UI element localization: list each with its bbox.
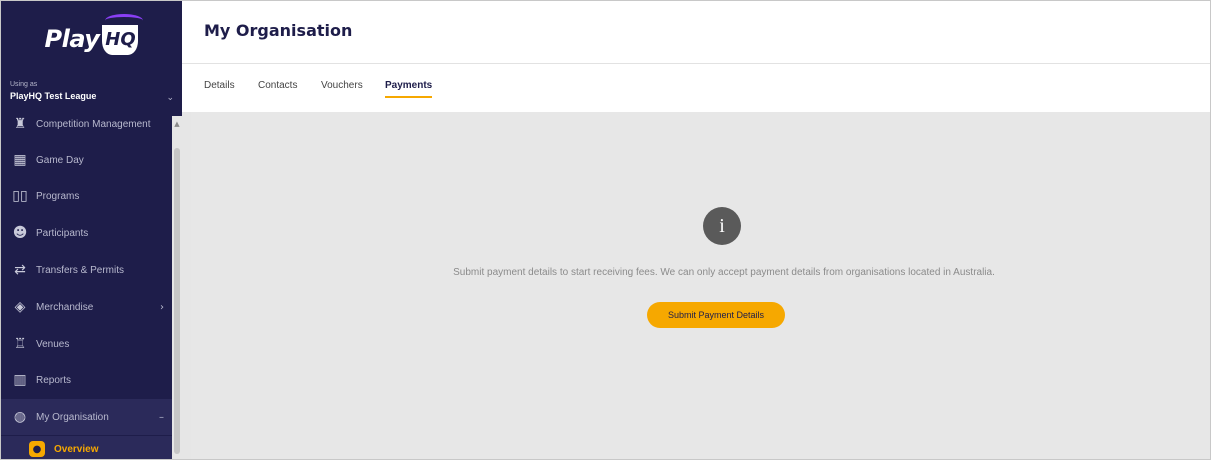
shirt-icon: ◈ [14,299,26,315]
logo-text: Play [44,24,100,53]
sidebar-item-reports[interactable]: ▥ Reports [1,362,172,398]
report-icon: ▥ [13,372,27,388]
location-pin-icon: ● [29,441,45,457]
sidebar-item-label: Participants [36,227,89,239]
book-icon: ▯▯ [12,188,28,204]
sidebar-scrollbar[interactable]: ▲ [172,116,182,459]
tab-contacts[interactable]: Contacts [258,80,297,91]
sidebar-item-competition-management[interactable]: ♜ Competition Management [1,106,172,142]
logo-badge: HQ [102,24,139,55]
tab-payments-label: Payments [385,80,433,91]
app-window: Play HQ Using as PlayHQ Test League ⌄ ♜ … [0,0,1211,460]
globe-icon: ◍ [13,409,27,425]
logo[interactable]: Play HQ [1,1,182,76]
sidebar-nav: ♜ Competition Management ▦ Game Day ▯▯ P… [1,116,172,459]
submit-payment-details-button[interactable]: Submit Payment Details [647,302,785,328]
sidebar-item-transfers[interactable]: ⇄ Transfers & Permits [1,252,172,288]
info-icon: i [703,207,741,245]
trophy-icon: ♜ [13,116,27,132]
active-tab-indicator [385,96,433,98]
sidebar-item-label: Transfers & Permits [36,264,124,276]
sidebar-item-label: Merchandise [36,301,94,313]
using-as-label: Using as [10,81,38,88]
page-title: My Organisation [204,21,353,40]
sidebar: Play HQ Using as PlayHQ Test League ⌄ ♜ … [1,1,182,459]
scroll-thumb[interactable] [174,148,180,454]
sidebar-item-programs[interactable]: ▯▯ Programs [1,178,172,214]
people-icon: ☻ [12,225,28,241]
sidebar-subitem-label: Overview [54,443,99,455]
sidebar-item-label: Competition Management [36,118,151,130]
scoreboard-icon: ▦ [13,152,27,168]
playhq-logo: Play HQ [44,13,143,55]
tab-bar: Details Contacts Vouchers Payments [182,64,1210,112]
tab-vouchers[interactable]: Vouchers [321,80,363,91]
tab-details[interactable]: Details [204,80,235,91]
collapse-icon: – [159,411,164,423]
tab-payments[interactable]: Payments [385,80,433,98]
sidebar-item-label: Game Day [36,154,84,166]
org-name: PlayHQ Test League [10,91,97,101]
scroll-up-icon[interactable]: ▲ [173,120,181,128]
stadium-icon: ♖ [13,336,27,352]
sidebar-item-game-day[interactable]: ▦ Game Day [1,142,172,178]
sidebar-item-merchandise[interactable]: ◈ Merchandise › [1,289,172,325]
main-area: My Organisation Details Contacts Voucher… [182,1,1210,459]
sidebar-item-label: Programs [36,190,80,202]
header: My Organisation [182,1,1210,64]
logo-swoosh [104,13,143,27]
sidebar-item-label: Reports [36,374,72,386]
sidebar-subitem-overview[interactable]: ● Overview [1,436,172,459]
sidebar-item-label: Venues [36,338,70,350]
payments-panel: i Submit payment details to start receiv… [191,112,1210,459]
transfer-icon: ⇄ [14,262,26,278]
chevron-right-icon: › [160,301,164,313]
info-message: Submit payment details to start receivin… [453,267,995,278]
sidebar-item-venues[interactable]: ♖ Venues [1,326,172,362]
sidebar-item-participants[interactable]: ☻ Participants [1,215,172,251]
sidebar-item-my-organisation[interactable]: ◍ My Organisation – [1,399,172,435]
chevron-down-icon: ⌄ [166,93,174,103]
sidebar-item-label: My Organisation [36,411,109,423]
